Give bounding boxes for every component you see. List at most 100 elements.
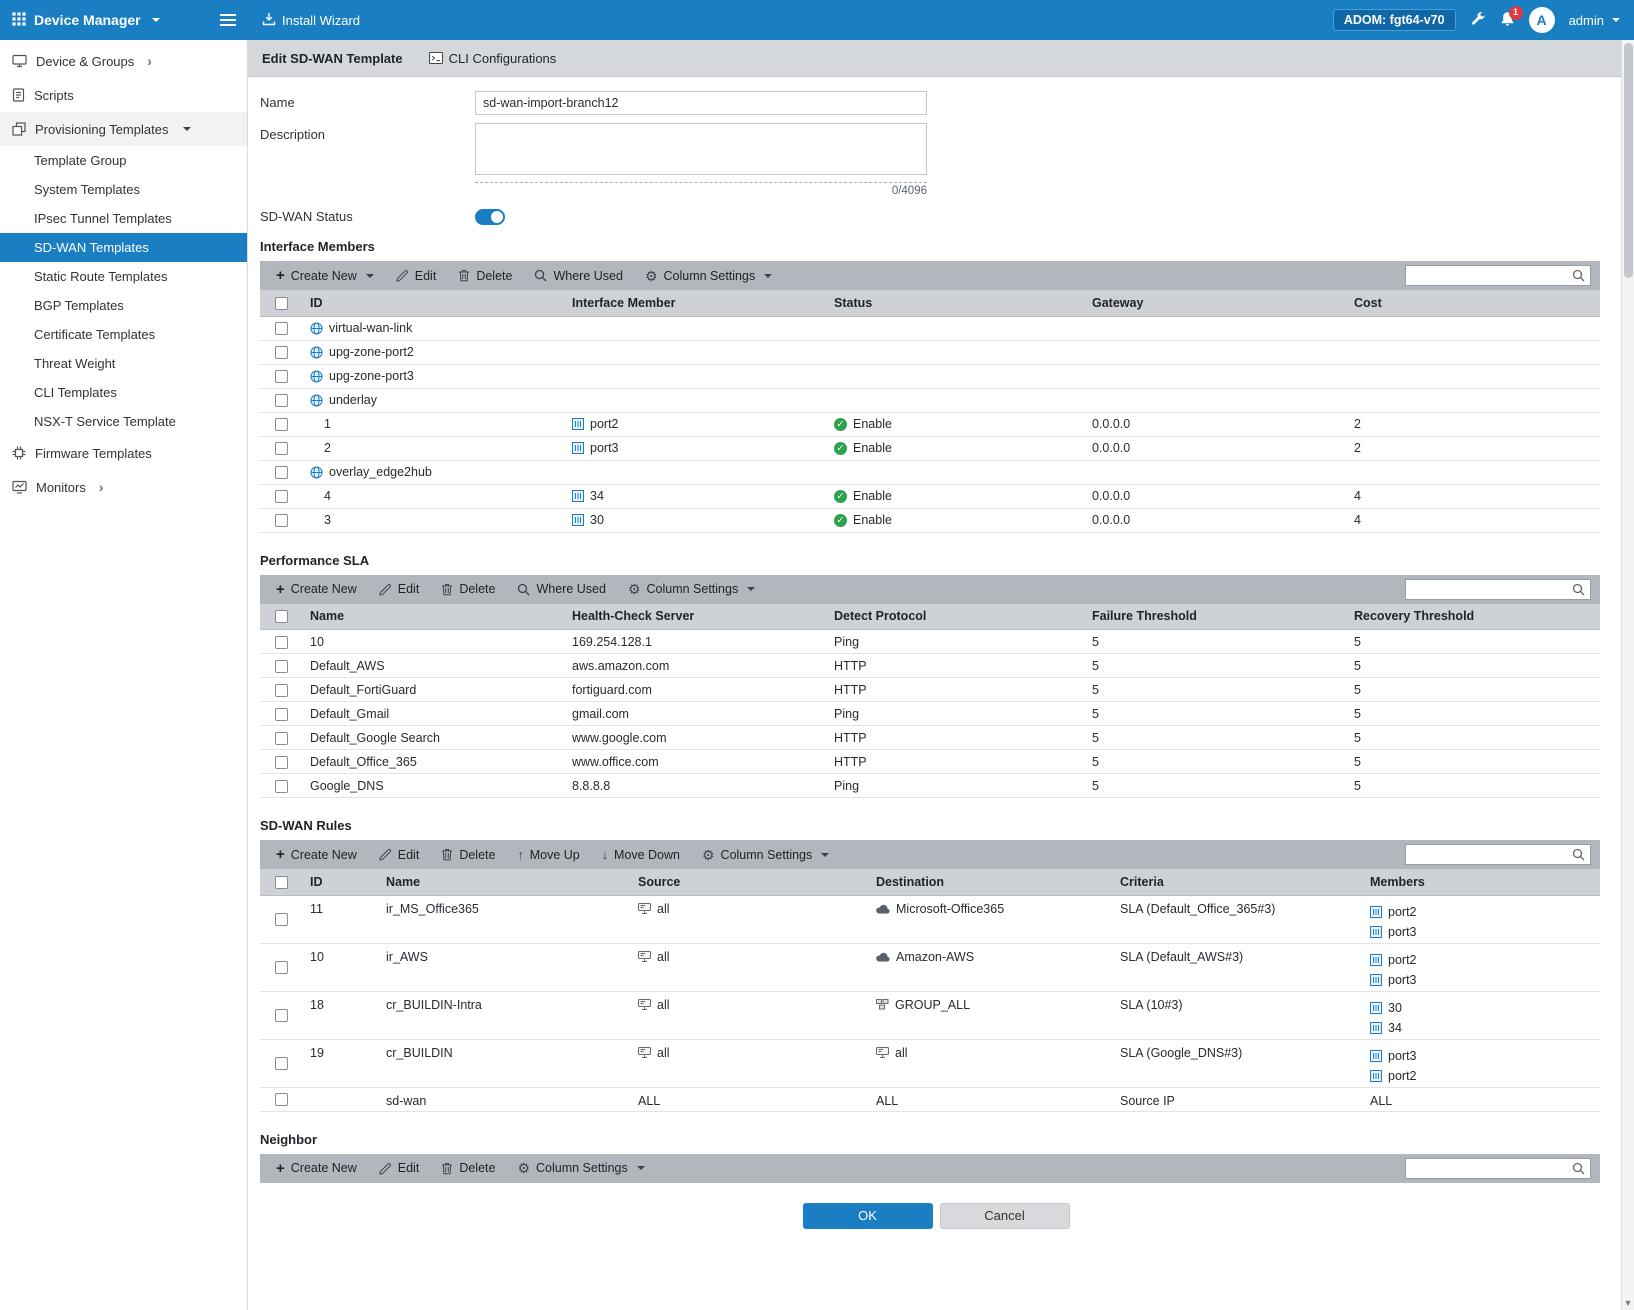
move-up-button[interactable]: ↑ Move Up <box>506 840 590 869</box>
edit-button[interactable]: Edit <box>368 575 431 604</box>
where-used-button[interactable]: Where Used <box>523 261 633 290</box>
search-input[interactable] <box>1413 846 1572 863</box>
row-checkbox[interactable] <box>275 1057 288 1070</box>
sdwan-rules-search[interactable] <box>1405 844 1591 865</box>
select-all-checkbox[interactable] <box>275 876 288 889</box>
delete-button[interactable]: Delete <box>447 261 523 290</box>
row-checkbox[interactable] <box>275 370 288 383</box>
delete-button[interactable]: Delete <box>430 840 506 869</box>
sidebar-item-provisioning-templates[interactable]: Provisioning Templates <box>0 112 247 146</box>
table-row[interactable]: Default_AWS aws.amazon.com HTTP 5 5 <box>260 654 1600 678</box>
sidebar-item-system-templates[interactable]: System Templates <box>0 175 247 204</box>
search-input[interactable] <box>1413 1160 1572 1177</box>
row-checkbox[interactable] <box>275 394 288 407</box>
column-header-name[interactable]: Name <box>302 604 564 630</box>
column-header-members[interactable]: Members <box>1362 869 1600 895</box>
row-checkbox[interactable] <box>275 490 288 503</box>
app-grid-icon[interactable] <box>12 12 26 29</box>
row-checkbox[interactable] <box>275 514 288 527</box>
column-settings-button[interactable]: ⚙ Column Settings <box>617 575 766 604</box>
ok-button[interactable]: OK <box>803 1203 933 1229</box>
table-row[interactable]: upg-zone-port3 <box>260 364 1600 388</box>
row-checkbox[interactable] <box>275 346 288 359</box>
notifications-button[interactable]: 1 <box>1500 11 1515 30</box>
sidebar-item-ipsec-tunnel-templates[interactable]: IPsec Tunnel Templates <box>0 204 247 233</box>
sdwan-status-toggle[interactable] <box>475 209 505 225</box>
column-header-id[interactable]: ID <box>302 290 564 316</box>
column-header-interface-member[interactable]: Interface Member <box>564 290 826 316</box>
column-settings-button[interactable]: ⚙ Column Settings <box>634 261 783 290</box>
where-used-button[interactable]: Where Used <box>506 575 616 604</box>
sidebar-item-cli-templates[interactable]: CLI Templates <box>0 378 247 407</box>
tools-wrench-icon[interactable] <box>1470 11 1486 30</box>
sidebar-item-monitors[interactable]: Monitors › <box>0 470 247 504</box>
row-checkbox[interactable] <box>275 1009 288 1022</box>
table-row[interactable]: upg-zone-port2 <box>260 340 1600 364</box>
table-row[interactable]: 4 34 ✓Enable 0.0.0.0 4 <box>260 484 1600 508</box>
vertical-scrollbar[interactable]: ▼ <box>1621 40 1634 1310</box>
column-header-gateway[interactable]: Gateway <box>1084 290 1346 316</box>
sidebar-item-sdwan-templates[interactable]: SD-WAN Templates <box>0 233 247 262</box>
sidebar-item-template-group[interactable]: Template Group <box>0 146 247 175</box>
column-settings-button[interactable]: ⚙ Column Settings <box>506 1154 655 1183</box>
table-row[interactable]: 10 ir_AWS all Amazon-AWS SLA (Default_AW… <box>260 943 1600 991</box>
row-checkbox[interactable] <box>275 708 288 721</box>
column-header-destination[interactable]: Destination <box>868 869 1112 895</box>
avatar[interactable]: A <box>1529 7 1555 33</box>
table-row[interactable]: Default_Google Search www.google.com HTT… <box>260 726 1600 750</box>
cancel-button[interactable]: Cancel <box>940 1203 1070 1229</box>
sidebar-item-static-route-templates[interactable]: Static Route Templates <box>0 262 247 291</box>
cli-configurations-button[interactable]: CLI Configurations <box>429 51 557 66</box>
column-header-health-check-server[interactable]: Health-Check Server <box>564 604 826 630</box>
table-row[interactable]: Default_Office_365 www.office.com HTTP 5… <box>260 750 1600 774</box>
row-checkbox[interactable] <box>275 322 288 335</box>
menu-toggle-icon[interactable] <box>220 14 236 26</box>
sidebar-item-nsxt-service-template[interactable]: NSX-T Service Template <box>0 407 247 436</box>
column-header-recovery-threshold[interactable]: Recovery Threshold <box>1346 604 1600 630</box>
row-checkbox[interactable] <box>275 756 288 769</box>
table-row[interactable]: overlay_edge2hub <box>260 460 1600 484</box>
create-new-button[interactable]: + Create New <box>265 840 368 869</box>
create-new-button[interactable]: + Create New <box>265 575 368 604</box>
name-input[interactable] <box>475 91 927 115</box>
search-input[interactable] <box>1413 267 1572 284</box>
row-checkbox[interactable] <box>275 961 288 974</box>
column-header-id[interactable]: ID <box>302 869 378 895</box>
sidebar-item-threat-weight[interactable]: Threat Weight <box>0 349 247 378</box>
table-row[interactable]: Google_DNS 8.8.8.8 Ping 5 5 <box>260 774 1600 798</box>
sidebar-item-bgp-templates[interactable]: BGP Templates <box>0 291 247 320</box>
row-checkbox[interactable] <box>275 780 288 793</box>
search-input[interactable] <box>1413 581 1572 598</box>
neighbor-search[interactable] <box>1405 1158 1591 1179</box>
select-all-checkbox[interactable] <box>275 297 288 310</box>
table-row[interactable]: Default_FortiGuard fortiguard.com HTTP 5… <box>260 678 1600 702</box>
sidebar-item-scripts[interactable]: Scripts <box>0 78 247 112</box>
install-wizard-button[interactable]: Install Wizard <box>248 0 374 40</box>
move-down-button[interactable]: ↓ Move Down <box>591 840 691 869</box>
edit-button[interactable]: Edit <box>385 261 448 290</box>
delete-button[interactable]: Delete <box>430 575 506 604</box>
table-row[interactable]: 19 cr_BUILDIN all all SLA (Google_DNS#3)… <box>260 1039 1600 1087</box>
column-header-source[interactable]: Source <box>630 869 868 895</box>
table-row[interactable]: 2 port3 ✓Enable 0.0.0.0 2 <box>260 436 1600 460</box>
row-checkbox[interactable] <box>275 442 288 455</box>
scrollbar-thumb[interactable] <box>1624 43 1633 278</box>
create-new-button[interactable]: + Create New <box>265 261 385 290</box>
delete-button[interactable]: Delete <box>430 1154 506 1183</box>
row-checkbox[interactable] <box>275 466 288 479</box>
row-checkbox[interactable] <box>275 418 288 431</box>
table-row[interactable]: 3 30 ✓Enable 0.0.0.0 4 <box>260 508 1600 532</box>
edit-button[interactable]: Edit <box>368 840 431 869</box>
performance-sla-search[interactable] <box>1405 579 1591 600</box>
interface-members-search[interactable] <box>1405 265 1591 286</box>
sidebar-item-device-groups[interactable]: Device & Groups › <box>0 44 247 78</box>
row-checkbox[interactable] <box>275 636 288 649</box>
table-row[interactable]: Default_Gmail gmail.com Ping 5 5 <box>260 702 1600 726</box>
description-textarea[interactable] <box>475 123 927 175</box>
sidebar-item-certificate-templates[interactable]: Certificate Templates <box>0 320 247 349</box>
sidebar-item-firmware-templates[interactable]: Firmware Templates <box>0 436 247 470</box>
edit-button[interactable]: Edit <box>368 1154 431 1183</box>
table-row[interactable]: 10 169.254.128.1 Ping 5 5 <box>260 630 1600 654</box>
column-header-name[interactable]: Name <box>378 869 630 895</box>
table-row[interactable]: underlay <box>260 388 1600 412</box>
